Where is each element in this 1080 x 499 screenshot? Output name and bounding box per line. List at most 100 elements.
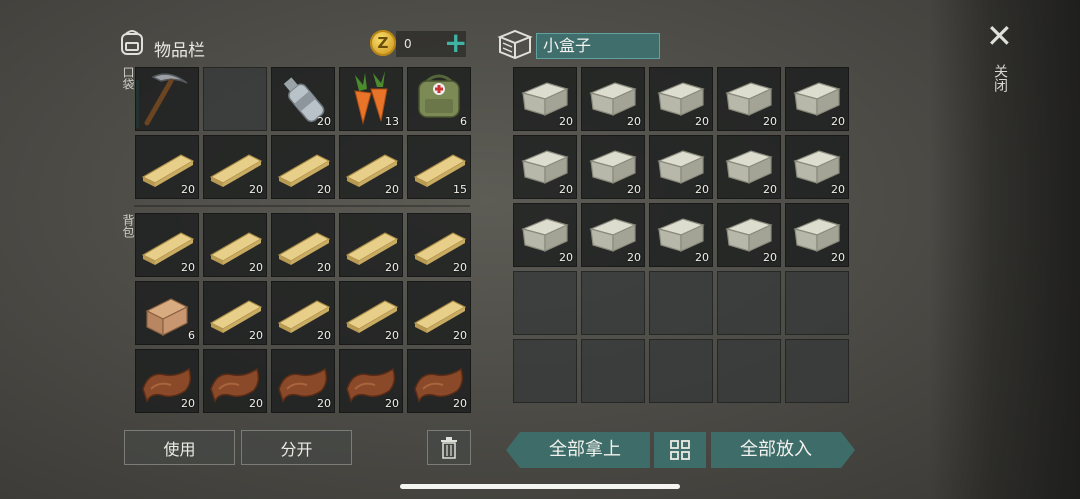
item-slot[interactable]: 20 bbox=[339, 281, 403, 345]
item-slot[interactable] bbox=[649, 271, 713, 335]
item-slot[interactable]: 20 bbox=[785, 135, 849, 199]
item-count: 20 bbox=[385, 261, 399, 274]
item-count: 20 bbox=[627, 183, 641, 196]
item-slot[interactable] bbox=[785, 271, 849, 335]
item-count: 20 bbox=[181, 183, 195, 196]
item-count: 6 bbox=[188, 329, 195, 342]
item-slot[interactable]: 20 bbox=[339, 213, 403, 277]
coin-icon: Z bbox=[370, 30, 396, 56]
item-slot[interactable]: 20 bbox=[271, 67, 335, 131]
item-count: 20 bbox=[763, 183, 777, 196]
take-all-button[interactable]: 全部拿上 bbox=[506, 432, 650, 468]
item-slot[interactable] bbox=[717, 271, 781, 335]
item-slot[interactable]: 20 bbox=[271, 349, 335, 413]
item-slot[interactable] bbox=[581, 271, 645, 335]
item-count: 20 bbox=[627, 251, 641, 264]
item-slot[interactable]: 20 bbox=[785, 67, 849, 131]
container-grid: 20 20 20 20 20 20 20 20 20 20 20 20 20 20 20 bbox=[513, 67, 849, 403]
item-slot[interactable]: 20 bbox=[135, 135, 199, 199]
item-slot[interactable]: 20 bbox=[513, 135, 577, 199]
close-icon[interactable]: ✕ bbox=[986, 20, 1013, 52]
item-count: 20 bbox=[453, 329, 467, 342]
grid-icon bbox=[670, 440, 690, 460]
item-slot[interactable]: 6 bbox=[135, 281, 199, 345]
item-slot[interactable]: 20 bbox=[513, 203, 577, 267]
item-count: 20 bbox=[453, 397, 467, 410]
item-slot[interactable]: 20 bbox=[135, 213, 199, 277]
use-button[interactable]: 使用 bbox=[124, 430, 235, 465]
item-slot[interactable]: 20 bbox=[581, 67, 645, 131]
item-count: 20 bbox=[249, 329, 263, 342]
item-slot[interactable]: 20 bbox=[339, 349, 403, 413]
item-slot[interactable]: 20 bbox=[203, 281, 267, 345]
item-count: 20 bbox=[385, 397, 399, 410]
item-slot[interactable] bbox=[581, 339, 645, 403]
box-icon bbox=[497, 28, 533, 60]
pickaxe-icon bbox=[135, 67, 199, 131]
item-count: 20 bbox=[695, 183, 709, 196]
item-slot[interactable] bbox=[717, 339, 781, 403]
sort-button[interactable] bbox=[654, 432, 706, 468]
item-slot[interactable]: 20 bbox=[135, 349, 199, 413]
close-label[interactable]: 关闭 bbox=[990, 64, 1010, 92]
item-count: 20 bbox=[181, 397, 195, 410]
item-slot[interactable] bbox=[135, 67, 199, 131]
item-count: 20 bbox=[453, 261, 467, 274]
item-slot[interactable]: 20 bbox=[513, 67, 577, 131]
item-slot[interactable] bbox=[649, 339, 713, 403]
item-count: 20 bbox=[317, 261, 331, 274]
item-slot[interactable] bbox=[785, 339, 849, 403]
item-slot[interactable]: 20 bbox=[649, 203, 713, 267]
item-slot[interactable] bbox=[513, 339, 577, 403]
item-count: 20 bbox=[385, 183, 399, 196]
item-count: 20 bbox=[317, 115, 331, 128]
item-count: 20 bbox=[831, 251, 845, 264]
trash-button[interactable] bbox=[427, 430, 471, 465]
item-count: 20 bbox=[385, 329, 399, 342]
item-slot[interactable]: 20 bbox=[271, 281, 335, 345]
item-count: 13 bbox=[385, 115, 399, 128]
item-count: 20 bbox=[831, 115, 845, 128]
item-slot[interactable]: 20 bbox=[271, 213, 335, 277]
section-divider bbox=[134, 205, 470, 207]
item-slot[interactable]: 20 bbox=[581, 135, 645, 199]
item-count: 20 bbox=[249, 183, 263, 196]
item-slot[interactable]: 20 bbox=[717, 135, 781, 199]
item-count: 20 bbox=[181, 261, 195, 274]
trash-icon bbox=[441, 436, 457, 459]
item-slot[interactable]: 20 bbox=[203, 349, 267, 413]
item-slot[interactable]: 20 bbox=[785, 203, 849, 267]
item-slot[interactable] bbox=[513, 271, 577, 335]
item-count: 20 bbox=[627, 115, 641, 128]
item-slot[interactable]: 20 bbox=[407, 213, 471, 277]
plus-icon[interactable]: + bbox=[444, 29, 467, 57]
inventory-title: 物品栏 bbox=[154, 41, 205, 61]
item-slot[interactable]: 20 bbox=[649, 67, 713, 131]
split-button[interactable]: 分开 bbox=[241, 430, 352, 465]
put-all-label: 全部放入 bbox=[740, 439, 812, 460]
item-slot[interactable]: 20 bbox=[203, 213, 267, 277]
item-slot[interactable]: 20 bbox=[717, 67, 781, 131]
item-count: 20 bbox=[559, 115, 573, 128]
put-all-button[interactable]: 全部放入 bbox=[711, 432, 855, 468]
container-name[interactable]: 小盒子 bbox=[536, 33, 660, 59]
take-all-label: 全部拿上 bbox=[549, 439, 621, 460]
item-slot[interactable]: 6 bbox=[407, 67, 471, 131]
item-slot[interactable]: 20 bbox=[339, 135, 403, 199]
item-slot[interactable]: 20 bbox=[717, 203, 781, 267]
item-slot[interactable]: 20 bbox=[407, 349, 471, 413]
pocket-grid: 20 13 6 20 20 20 20 15 bbox=[135, 67, 471, 199]
item-slot[interactable] bbox=[203, 67, 267, 131]
item-slot[interactable]: 20 bbox=[581, 203, 645, 267]
item-slot[interactable]: 20 bbox=[203, 135, 267, 199]
item-count: 20 bbox=[763, 251, 777, 264]
item-slot[interactable]: 13 bbox=[339, 67, 403, 131]
item-slot[interactable]: 15 bbox=[407, 135, 471, 199]
item-slot[interactable]: 20 bbox=[649, 135, 713, 199]
item-slot[interactable]: 20 bbox=[407, 281, 471, 345]
item-count: 20 bbox=[317, 397, 331, 410]
item-count: 15 bbox=[453, 183, 467, 196]
item-count: 20 bbox=[695, 115, 709, 128]
item-slot[interactable]: 20 bbox=[271, 135, 335, 199]
item-count: 20 bbox=[831, 183, 845, 196]
